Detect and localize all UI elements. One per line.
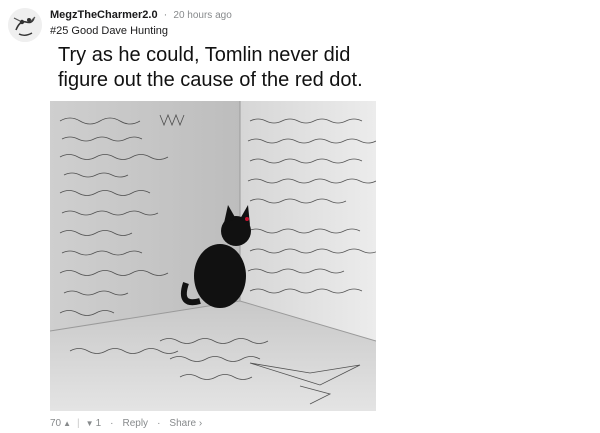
chevron-right-icon: ›: [198, 418, 203, 429]
downvote-group: ▼ 1: [86, 418, 101, 429]
vote-divider: |: [77, 418, 80, 429]
score-count: 70: [50, 418, 62, 429]
red-dot: [245, 217, 249, 221]
meta-separator: ·: [163, 9, 168, 21]
doodle-avatar-icon: [8, 8, 42, 42]
actions-separator: ·: [110, 418, 114, 429]
share-label: Share: [169, 418, 197, 429]
reply-button[interactable]: Reply: [122, 418, 148, 429]
cat-in-corner-image: [50, 101, 376, 411]
comment-card: MegzTheCharmer2.0 · 20 hours ago #25 Goo…: [0, 0, 600, 433]
meme-caption: Try as he could, Tomlin never did figure…: [58, 44, 363, 91]
downvote-count: 1: [95, 418, 102, 429]
comment-actions: 70 ▲ | ▼ 1 · Reply · Share ›: [50, 418, 202, 429]
chevron-down-icon[interactable]: ▼: [86, 419, 94, 428]
share-button[interactable]: Share ›: [169, 418, 202, 429]
avatar[interactable]: [8, 8, 42, 42]
timestamp[interactable]: 20 hours ago: [173, 10, 231, 21]
chevron-up-icon[interactable]: ▲: [63, 419, 71, 428]
comment-meta: MegzTheCharmer2.0 · 20 hours ago: [50, 8, 232, 23]
comment-subtitle: #25 Good Dave Hunting: [50, 25, 169, 37]
vote-group: 70 ▲: [50, 418, 71, 429]
actions-separator-2: ·: [157, 418, 161, 429]
meme-photo: [50, 101, 376, 411]
username-link[interactable]: MegzTheCharmer2.0: [50, 9, 158, 21]
